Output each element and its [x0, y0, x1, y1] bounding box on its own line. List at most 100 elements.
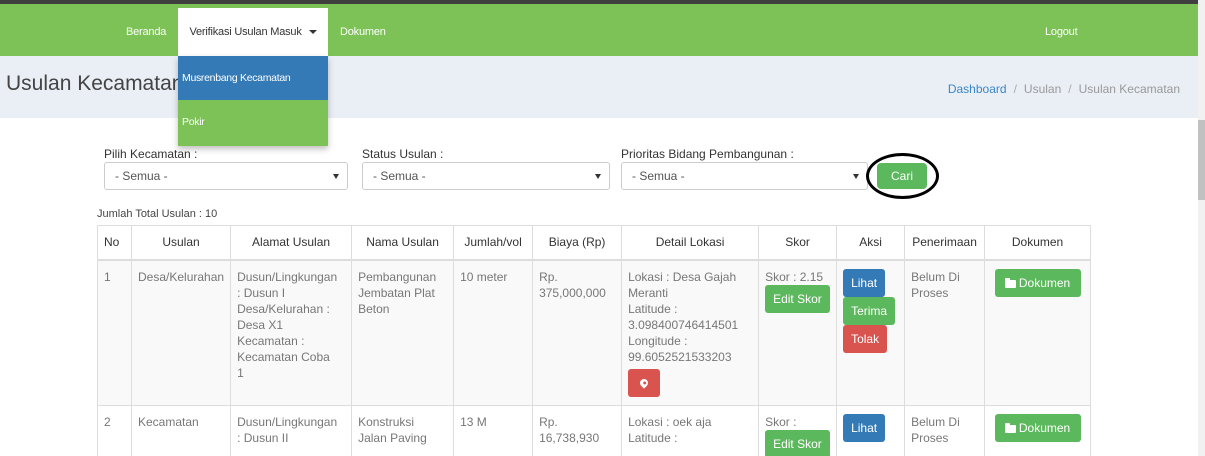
cell-detail-lokasi: Lokasi : oek aja Latitude : — [621, 404, 760, 456]
nama-line: Konstruksi — [358, 414, 415, 429]
cell-jumlah: 13 M — [453, 404, 534, 456]
skor-value: Skor : 2.15 — [765, 269, 824, 284]
cell-usulan: Desa/Kelurahan — [130, 259, 232, 406]
alamat-line: Kecamatan Coba — [237, 349, 330, 364]
biaya-line: 16,738,930 — [539, 430, 600, 445]
lihat-button[interactable]: Lihat — [843, 268, 886, 297]
column-header-aksi: Aksi — [836, 225, 906, 261]
penerimaan-line: Proses — [911, 285, 949, 300]
cell-usulan: Kecamatan — [130, 404, 232, 456]
dokumen-button-label: Dokumen — [1018, 420, 1071, 435]
lihat-button[interactable]: Lihat — [843, 413, 886, 442]
scrollbar-thumb[interactable] — [1198, 120, 1205, 200]
cell-no: 2 — [97, 404, 132, 456]
nav-verifikasi-label: Verifikasi Usulan Masuk — [189, 26, 302, 38]
column-header-usulan: Usulan — [130, 225, 232, 261]
dropdown-item-pokir[interactable]: Pokir — [178, 100, 328, 144]
lokasi-line: Lokasi : oek aja — [628, 414, 712, 429]
cell-biaya: Rp. 16,738,930 — [532, 404, 623, 456]
status-select-value: - Semua - — [373, 169, 426, 183]
cell-jumlah: 10 meter — [453, 259, 534, 406]
select-arrow-icon — [595, 174, 601, 179]
select-arrow-icon — [853, 174, 859, 179]
breadcrumb-dashboard[interactable]: Dashboard — [948, 82, 1007, 96]
biaya-line: Rp. — [539, 269, 558, 284]
column-header-nama: Nama Usulan — [351, 225, 455, 261]
prioritas-filter-label: Prioritas Bidang Pembangunan : — [621, 147, 794, 161]
alamat-line: 1 — [237, 365, 244, 380]
prioritas-select-value: - Semua - — [632, 169, 685, 183]
alamat-line: Desa/Kelurahan : — [237, 301, 330, 316]
top-navbar: Beranda Verifikasi Usulan Masuk Dokumen … — [0, 0, 1198, 60]
edit-skor-button[interactable]: Edit Skor — [765, 284, 830, 313]
select-arrow-icon — [333, 174, 339, 179]
lokasi-line: Lokasi : Desa Gajah — [628, 269, 737, 284]
tolak-button[interactable]: Tolak — [843, 324, 888, 353]
dropdown-item-musrenbang-kecamatan[interactable]: Musrenbang Kecamatan — [178, 56, 328, 100]
column-header-penerimaan: Penerimaan — [904, 225, 986, 261]
skor-value: Skor : — [765, 414, 797, 429]
usulan-table: No Usulan Alamat Usulan Nama Usulan Juml… — [97, 225, 1092, 456]
nama-line: Jalan Paving — [358, 430, 427, 445]
lokasi-line: Longitude : — [628, 333, 688, 348]
cell-no: 1 — [97, 259, 132, 406]
biaya-line: 375,000,000 — [539, 285, 606, 300]
kecamatan-select-value: - Semua - — [115, 169, 168, 183]
penerimaan-line: Proses — [911, 430, 949, 445]
nav-beranda[interactable]: Beranda — [126, 8, 166, 56]
cell-alamat: Dusun/Lingkungan : Dusun II — [230, 404, 353, 456]
edit-skor-button[interactable]: Edit Skor — [765, 429, 830, 456]
terima-button[interactable]: Terima — [843, 296, 896, 325]
nama-line: Jembatan Plat — [358, 285, 435, 300]
column-header-dokumen: Dokumen — [984, 225, 1092, 261]
nav-dokumen[interactable]: Dokumen — [340, 8, 386, 56]
dokumen-button[interactable]: Dokumen — [994, 268, 1081, 297]
penerimaan-line: Belum Di — [911, 414, 960, 429]
alamat-line: Dusun/Lingkungan — [237, 269, 338, 284]
column-header-jumlah: Jumlah/vol — [453, 225, 534, 261]
verifikasi-dropdown-menu: Musrenbang Kecamatan Pokir — [178, 56, 328, 146]
table-row: 2 Kecamatan Dusun/Lingkungan : Dusun II … — [97, 404, 1092, 456]
status-filter-label: Status Usulan : — [362, 147, 444, 161]
lokasi-line: 99.6052521533203 — [628, 349, 732, 364]
status-select[interactable]: - Semua - — [362, 162, 610, 190]
lokasi-line: Latitude : — [628, 301, 678, 316]
table-row: 1 Desa/Kelurahan Dusun/Lingkungan : Dusu… — [97, 259, 1092, 406]
breadcrumb: Dashboard / Usulan / Usulan Kecamatan — [948, 82, 1180, 96]
breadcrumb-separator: / — [1013, 82, 1017, 96]
map-marker-icon — [638, 376, 650, 389]
nama-line: Beton — [358, 301, 390, 316]
column-header-alamat: Alamat Usulan — [230, 225, 353, 261]
cell-dokumen: Dokumen — [984, 259, 1092, 406]
map-location-button[interactable] — [628, 368, 661, 397]
cell-alamat: Dusun/Lingkungan : Dusun I Desa/Keluraha… — [230, 259, 353, 406]
penerimaan-line: Belum Di — [911, 269, 960, 284]
dokumen-button[interactable]: Dokumen — [994, 413, 1081, 442]
cell-penerimaan: Belum Di Proses — [904, 259, 986, 406]
dokumen-button-label: Dokumen — [1018, 275, 1071, 290]
column-header-skor: Skor — [758, 225, 838, 261]
page-scrollbar[interactable] — [1198, 0, 1205, 456]
prioritas-select[interactable]: - Semua - — [621, 162, 868, 190]
cell-penerimaan: Belum Di Proses — [904, 404, 986, 456]
folder-icon — [1004, 277, 1016, 288]
nav-logout[interactable]: Logout — [1045, 8, 1078, 56]
column-header-biaya: Biaya (Rp) — [532, 225, 623, 261]
cell-detail-lokasi: Lokasi : Desa Gajah Meranti Latitude : 3… — [621, 259, 760, 406]
cell-skor: Skor : Edit Skor — [758, 404, 838, 456]
cell-nama: Konstruksi Jalan Paving — [351, 404, 455, 456]
column-header-detail-lokasi: Detail Lokasi — [621, 225, 760, 261]
kecamatan-select[interactable]: - Semua - — [104, 162, 348, 190]
breadcrumb-usulan[interactable]: Usulan — [1024, 82, 1061, 96]
cell-aksi: Lihat — [836, 404, 906, 456]
cell-skor: Skor : 2.15 Edit Skor — [758, 259, 838, 406]
folder-icon — [1004, 422, 1016, 433]
nav-verifikasi-usulan-masuk[interactable]: Verifikasi Usulan Masuk — [178, 8, 328, 60]
cell-dokumen: Dokumen — [984, 404, 1092, 456]
lokasi-line: Meranti — [628, 285, 669, 300]
alamat-line: : Dusun II — [237, 430, 289, 445]
breadcrumb-separator: / — [1068, 82, 1072, 96]
lokasi-line: 3.098400746414501 — [628, 317, 739, 332]
kecamatan-filter-label: Pilih Kecamatan : — [104, 147, 198, 161]
cell-nama: Pembangunan Jembatan Plat Beton — [351, 259, 455, 406]
